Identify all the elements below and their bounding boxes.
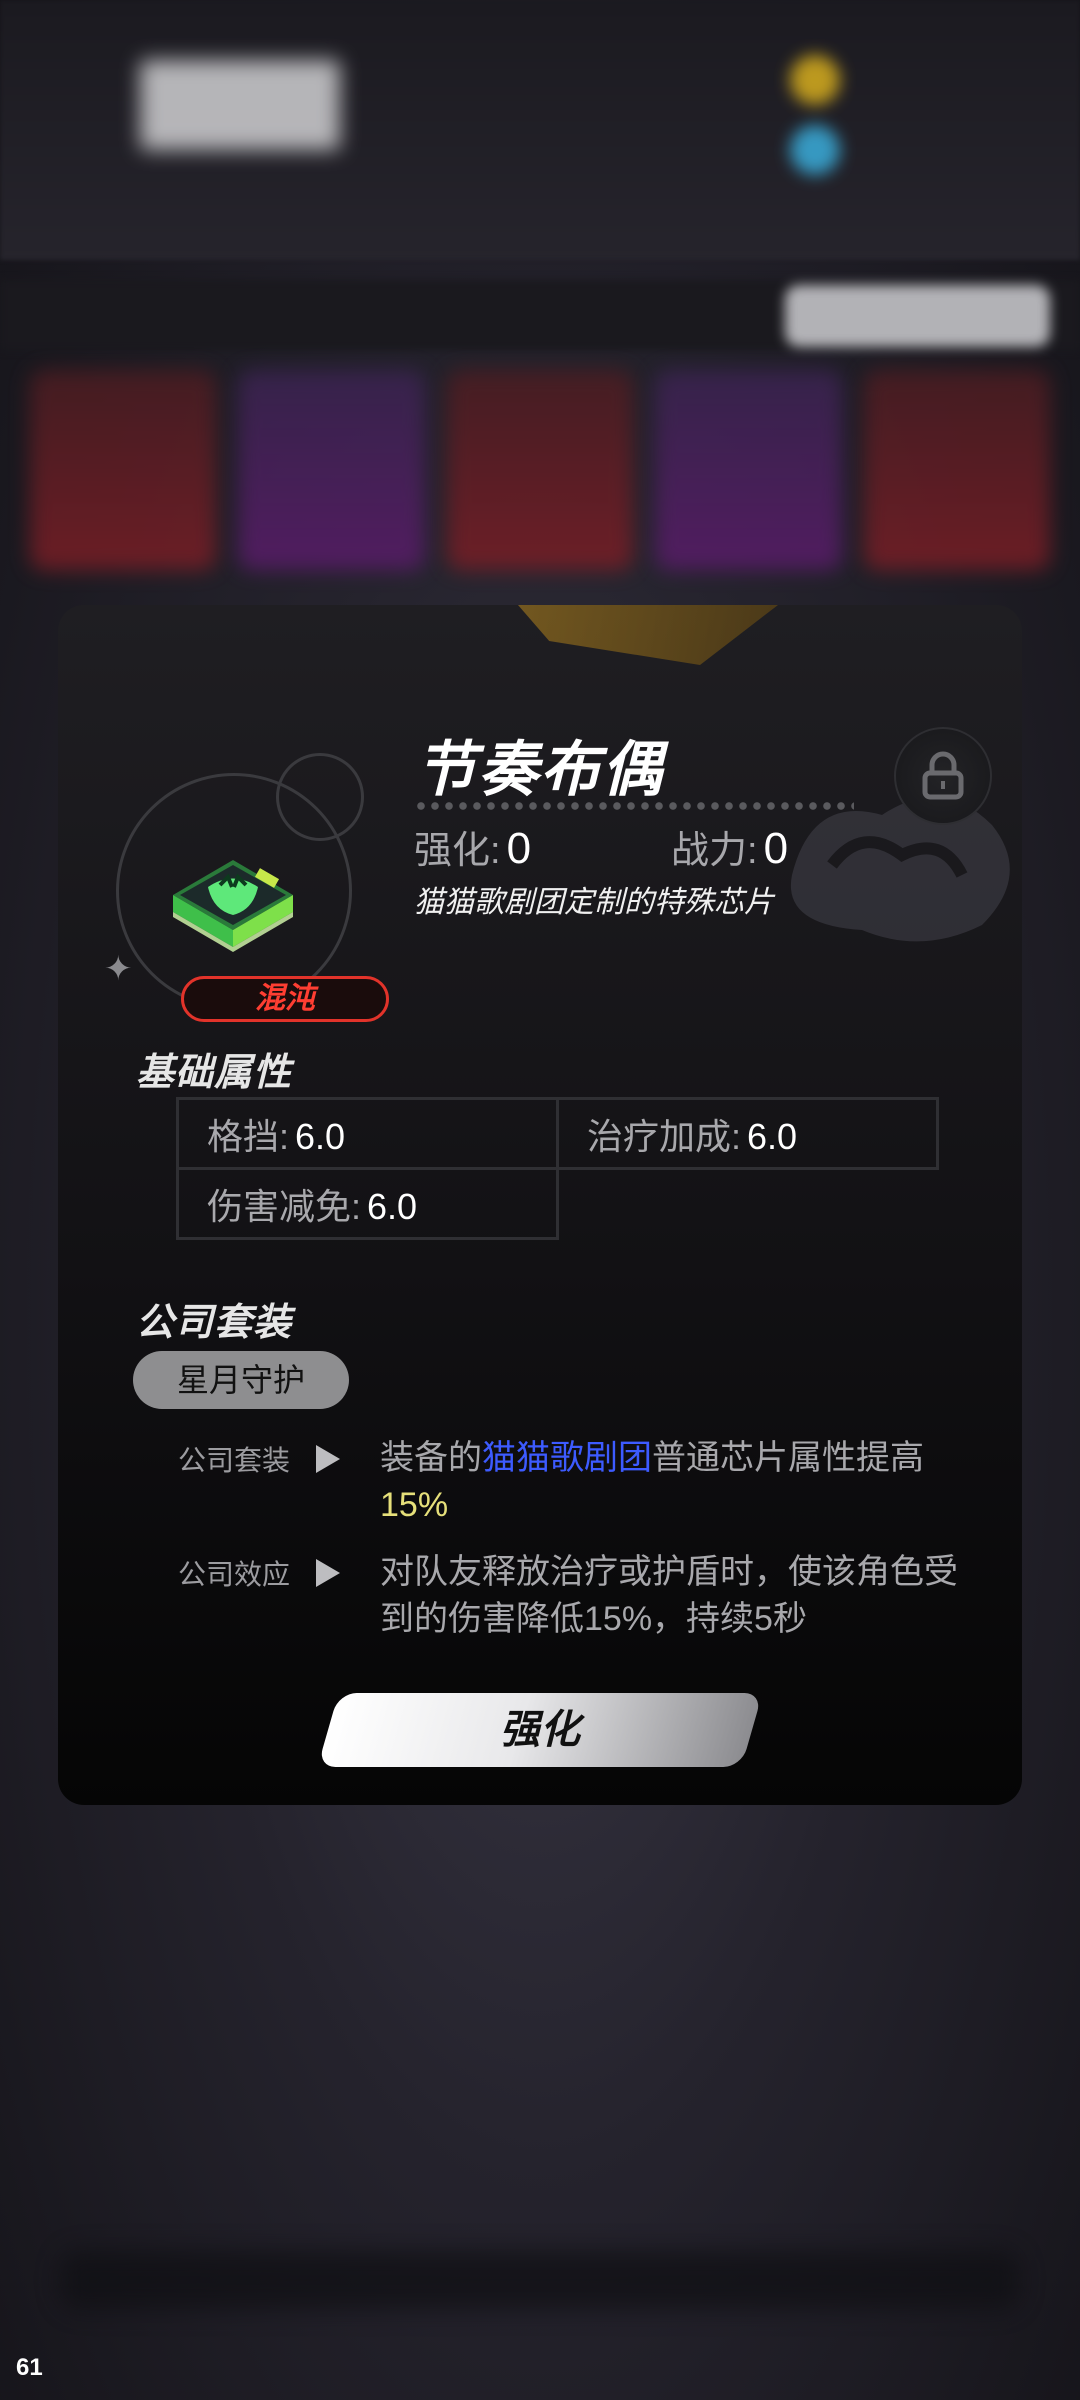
power-stat: 战力: 0	[671, 819, 788, 874]
background-logo	[140, 60, 340, 150]
background-card	[238, 370, 425, 570]
enhance-label: 强化:	[414, 830, 501, 872]
attribute-value: 6.0	[295, 1115, 346, 1157]
enhance-stat: 强化: 0	[414, 819, 531, 874]
company-effect-label: 公司效应	[178, 1559, 291, 1590]
play-arrow-icon	[316, 1559, 340, 1587]
attribute-value: 6.0	[747, 1115, 798, 1157]
enhance-value: 0	[506, 824, 532, 873]
set-name-badge: 星月守护	[133, 1351, 349, 1409]
chip-icon	[173, 860, 293, 952]
background-gem-icon	[790, 125, 840, 175]
attribute-label: 治疗加成:	[587, 1115, 742, 1157]
power-value: 0	[763, 824, 789, 873]
company-set-heading: 公司套装	[136, 1302, 293, 1344]
background-card	[863, 370, 1051, 570]
attribute-label: 格挡:	[207, 1115, 290, 1157]
attribute-cell: 治疗加成: 6.0	[556, 1097, 939, 1170]
sparkle-icon: ✦	[104, 950, 133, 988]
background-bottom-bar	[60, 2250, 1020, 2310]
divider-dots	[414, 801, 854, 811]
background-card	[446, 370, 634, 570]
attribute-cell: 伤害减免: 6.0	[176, 1167, 559, 1240]
fps-counter: 61	[16, 2354, 43, 2381]
background-tab-active	[785, 285, 1050, 347]
company-effect-text: 对队友释放治疗或护盾时，使该角色受到的伤害降低15%，持续5秒	[380, 1553, 958, 1638]
background-card-row	[30, 370, 1051, 570]
attribute-cell-empty	[558, 1169, 938, 1239]
strengthen-label: 强化	[500, 1708, 580, 1752]
background-card	[655, 370, 842, 570]
chip-description: 猫猫歌剧团定制的特殊芯片	[414, 886, 774, 919]
background-card	[30, 370, 217, 570]
set-bonus-text-mid: 普通芯片属性提高	[652, 1439, 924, 1477]
set-bonus-label: 公司套装	[178, 1445, 291, 1476]
attributes-table: 格挡: 6.0 治疗加成: 6.0 伤害减免: 6.0	[176, 1097, 939, 1240]
play-arrow-icon	[316, 1445, 340, 1473]
set-bonus-text-pre: 装备的	[380, 1439, 482, 1477]
background-coin-icon	[790, 55, 840, 105]
basic-attributes-heading: 基础属性	[136, 1052, 293, 1094]
strengthen-button[interactable]: 强化	[317, 1693, 763, 1767]
decorative-ribbon	[518, 605, 778, 665]
rarity-badge: 混沌	[181, 976, 389, 1022]
attribute-value: 6.0	[367, 1185, 418, 1227]
attribute-label: 伤害减免:	[207, 1185, 362, 1227]
set-bonus-value: 15%	[380, 1486, 449, 1524]
set-bonus-highlight: 猫猫歌剧团	[482, 1439, 652, 1477]
chip-detail-panel: ✦ 混沌 节奏布偶 强化: 0 战力: 0 猫猫歌剧团定制的特殊芯片 基础属性 格挡…	[58, 605, 1022, 1805]
lock-button[interactable]	[894, 727, 992, 825]
power-label: 战力:	[671, 830, 758, 872]
set-bonus-text: 装备的猫猫歌剧团普通芯片属性提高 15%	[380, 1435, 970, 1529]
lock-icon	[922, 751, 964, 800]
attribute-cell: 格挡: 6.0	[176, 1097, 559, 1170]
chip-name: 节奏布偶	[416, 736, 664, 803]
